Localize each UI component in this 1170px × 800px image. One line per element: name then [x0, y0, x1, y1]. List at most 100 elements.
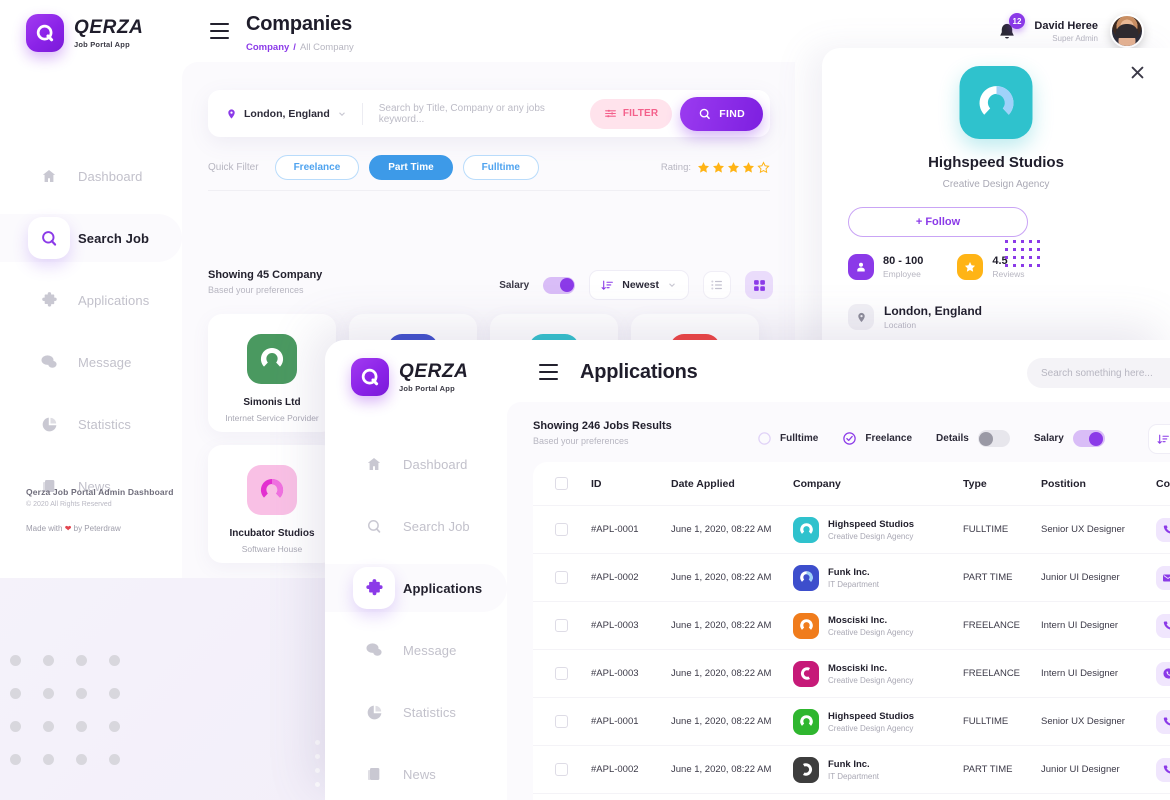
follow-label: + Follow	[915, 216, 961, 228]
sort-value: Newest	[622, 279, 659, 291]
table-row[interactable]: #APL-0001 June 1, 2020, 08:22 AM Highspe…	[533, 698, 1170, 746]
sidebar-footer: Qerza Job Portal Admin Dashboard © 2020 …	[26, 487, 174, 533]
company-dept: Creative Design Agency	[828, 723, 914, 733]
sidebar-item-label: Dashboard	[78, 168, 143, 184]
cell-position: Senior UX Designer	[1041, 524, 1125, 535]
sidebar-item-dashboard[interactable]: Dashboard	[325, 440, 507, 488]
details-toggle-label: Details	[936, 433, 969, 444]
table-row[interactable]: #APL-0002 June 1, 2020, 08:22 AM Funk In…	[533, 746, 1170, 794]
table-row[interactable]: #APL-0003 June 1, 2020, 08:22 AM Moscisk…	[533, 602, 1170, 650]
company-card[interactable]: Simonis Ltd Internet Service Porvider	[208, 314, 336, 432]
menu-toggle-icon[interactable]	[210, 23, 229, 39]
table-row[interactable]: #APL-0002 June 1, 2020, 08:22 AM Funk In…	[533, 554, 1170, 602]
cell-id: #APL-0001	[591, 716, 639, 727]
details-toggle[interactable]	[977, 430, 1010, 447]
app-logo[interactable]: QERZA Job Portal App	[351, 358, 469, 396]
avatar[interactable]	[1110, 14, 1144, 48]
filter-pill-freelance[interactable]: Freelance	[274, 155, 360, 180]
user-name: David Heree	[1034, 19, 1098, 32]
search-input[interactable]: Search by Title, Company or any jobs key…	[363, 103, 590, 125]
menu-toggle-icon[interactable]	[539, 364, 558, 380]
row-checkbox[interactable]	[555, 619, 568, 632]
phone-icon[interactable]	[1156, 757, 1170, 782]
notifications-button[interactable]: 12	[996, 13, 1026, 46]
footer-credit-pre: Made with	[26, 524, 65, 533]
select-all-checkbox[interactable]	[555, 477, 568, 490]
column-header-company[interactable]: Company	[793, 478, 963, 490]
salary-toggle-label: Salary	[499, 279, 530, 291]
rating-stars[interactable]	[697, 161, 770, 174]
salary-toggle[interactable]	[543, 276, 576, 294]
row-checkbox[interactable]	[555, 763, 568, 776]
phone-icon[interactable]	[1156, 517, 1170, 542]
row-checkbox[interactable]	[555, 523, 568, 536]
close-icon[interactable]	[1129, 64, 1146, 86]
filter-pill-part-time[interactable]: Part Time	[369, 155, 453, 180]
sidebar-item-applications[interactable]: Applications	[325, 564, 507, 612]
radio-freelance[interactable]: Freelance	[842, 431, 912, 446]
location-stat: London, England Location	[848, 304, 982, 330]
grid-view-button[interactable]	[745, 271, 773, 299]
phone-icon[interactable]	[1156, 709, 1170, 734]
company-name: Funk Inc.	[828, 758, 870, 770]
sidebar-item-search-job[interactable]: Search Job	[0, 214, 182, 262]
cell-contact	[1156, 613, 1170, 638]
mail-icon[interactable]	[1156, 565, 1170, 590]
sidebar-item-news[interactable]: News	[325, 750, 507, 798]
results-summary: Showing 246 Jobs Results Based your pref…	[533, 420, 672, 446]
search-input[interactable]: Search something here...	[1041, 368, 1170, 379]
row-checkbox[interactable]	[555, 715, 568, 728]
table-row[interactable]: #APL-0001 June 1, 2020, 08:22 AM Highspe…	[533, 506, 1170, 554]
column-header-date[interactable]: Date Applied	[671, 478, 793, 490]
sidebar-item-label: Message	[403, 642, 457, 658]
company-card[interactable]: Incubator Studios Software House	[208, 445, 336, 563]
location-pin-icon	[228, 108, 235, 119]
star-icon-filled	[713, 162, 724, 173]
filter-button[interactable]: FILTER	[589, 98, 673, 129]
global-search[interactable]: Search something here...	[1027, 358, 1170, 388]
select-all-cell	[555, 477, 591, 490]
sidebar-item-dashboard[interactable]: Dashboard	[0, 152, 182, 200]
column-header-id[interactable]: ID	[591, 478, 671, 490]
sidebar-item-applications[interactable]: Applications	[0, 276, 182, 324]
radio-fulltime[interactable]: Fulltime	[757, 431, 818, 446]
follow-button[interactable]: + Follow	[848, 207, 1028, 237]
results-subtext: Based your preferences	[208, 285, 304, 295]
company-name: Mosciski Inc.	[828, 662, 888, 674]
company-logo-icon	[793, 660, 819, 687]
filter-pill-fulltime[interactable]: Fulltime	[462, 155, 539, 180]
cell-company: Funk Inc. IT Department	[793, 564, 963, 591]
radio-fulltime-label: Fulltime	[780, 433, 819, 444]
column-header-contact[interactable]: Contact	[1156, 478, 1170, 490]
whatsapp-icon[interactable]	[1156, 661, 1170, 686]
row-checkbox[interactable]	[555, 667, 568, 680]
sidebar-item-statistics[interactable]: Statistics	[0, 400, 182, 448]
location-select[interactable]: London, England	[208, 90, 362, 137]
app-logo[interactable]: QERZA Job Portal App	[26, 14, 144, 52]
column-header-position[interactable]: Postition	[1041, 478, 1156, 490]
sidebar-item-message[interactable]: Message	[325, 626, 507, 674]
grid-view-icon	[753, 279, 765, 291]
sidebar-item-statistics[interactable]: Statistics	[325, 688, 507, 736]
sort-button[interactable]	[1148, 424, 1170, 454]
sidebar: QERZA Job Portal App Dashboard Search Jo…	[0, 0, 182, 578]
company-dept: IT Department	[828, 771, 879, 781]
notification-badge: 12	[1008, 13, 1026, 29]
sort-select[interactable]: Newest	[589, 270, 689, 300]
find-button[interactable]: FIND	[680, 96, 763, 131]
star-icon-filled	[743, 162, 754, 173]
sort-desc-icon	[1157, 434, 1169, 444]
footer-line-1: Qerza Job Portal Admin Dashboard	[26, 487, 174, 497]
sidebar-item-search-job[interactable]: Search Job	[325, 502, 507, 550]
sidebar-item-message[interactable]: Message	[0, 338, 182, 386]
user-info[interactable]: David Heree Super Admin	[1034, 20, 1098, 43]
table-row[interactable]: #APL-0003 June 1, 2020, 08:22 AM Moscisk…	[533, 650, 1170, 698]
phone-icon[interactable]	[1156, 613, 1170, 638]
cell-date: June 1, 2020, 08:22 AM	[671, 716, 772, 727]
list-view-button[interactable]	[703, 271, 731, 299]
column-header-type[interactable]: Type	[963, 478, 1041, 490]
breadcrumb-current[interactable]: Company	[246, 42, 289, 53]
user-icon	[848, 254, 874, 280]
salary-toggle[interactable]	[1072, 430, 1105, 447]
row-checkbox[interactable]	[555, 571, 568, 584]
